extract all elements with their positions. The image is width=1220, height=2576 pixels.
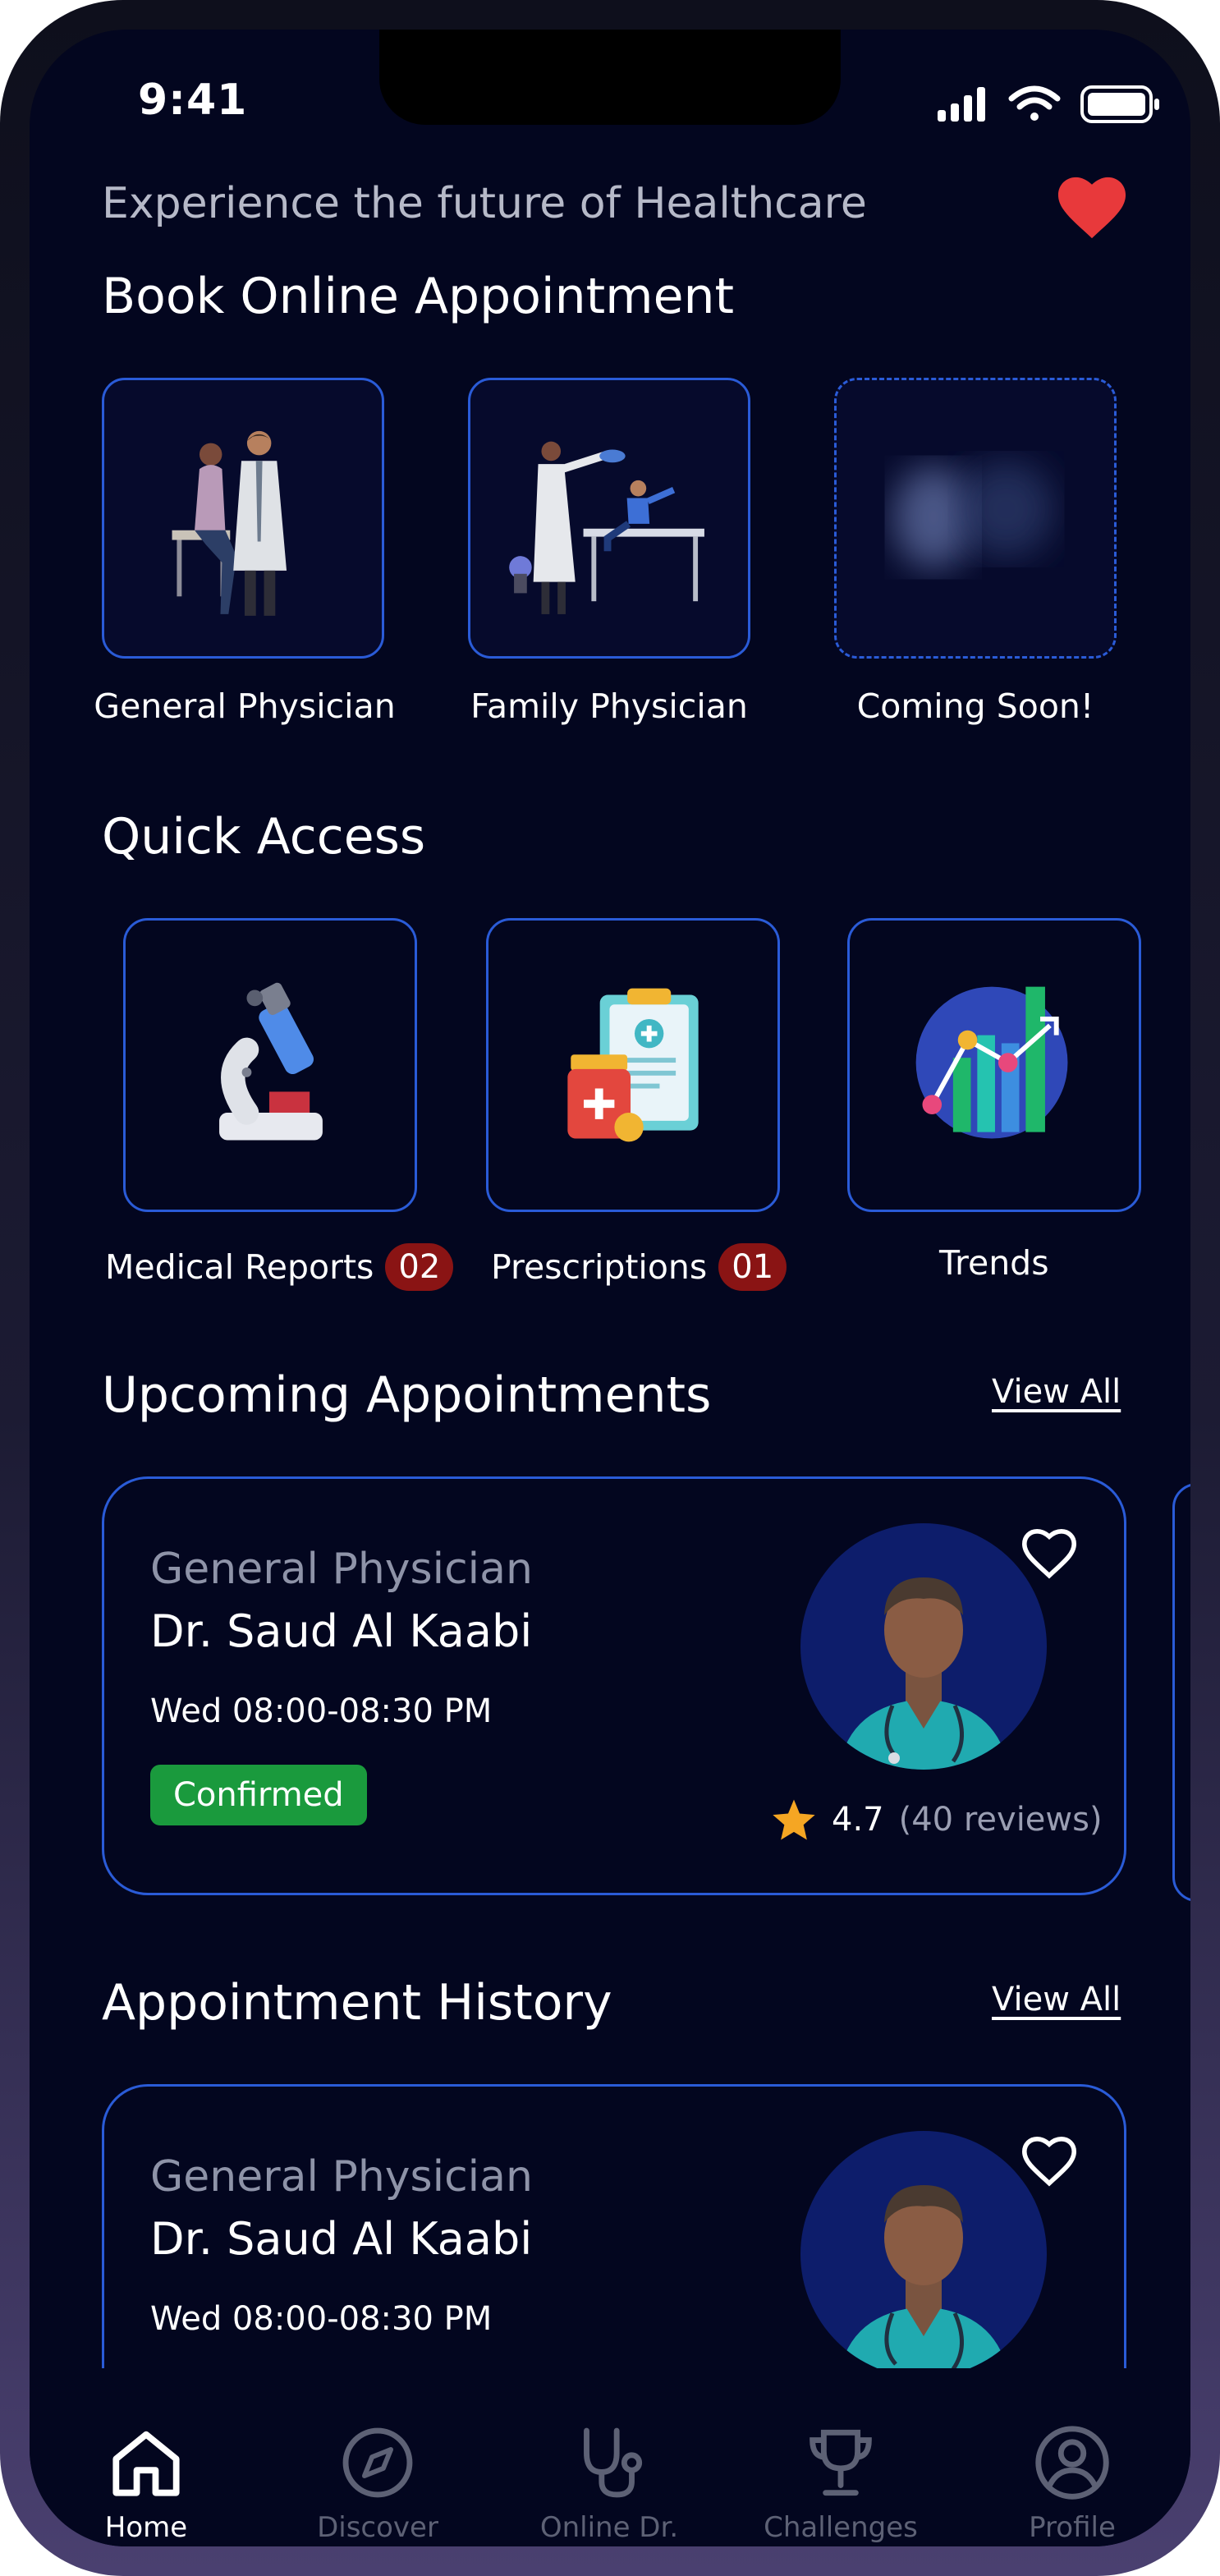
medical-reports-count-badge: 02 <box>385 1243 454 1291</box>
upcoming-view-all-link[interactable]: View All <box>992 1373 1121 1411</box>
microscope-icon <box>219 982 323 1141</box>
doctor-avatar <box>800 1523 1047 1770</box>
family-physician-card[interactable] <box>468 378 750 659</box>
doctor-avatar-illustration <box>838 1577 1009 1770</box>
trends-label-group: Trends <box>939 1243 1049 1283</box>
stethoscope-icon <box>584 2427 643 2498</box>
battery-icon <box>1080 85 1159 123</box>
wifi-icon <box>1008 85 1061 121</box>
status-badge: Confirmed <box>150 1765 367 1825</box>
appointment-specialty: General Physician <box>150 1545 533 1594</box>
doctor-avatar-illustration <box>838 2185 1009 2377</box>
medical-reports-card[interactable] <box>123 918 417 1212</box>
star-icon <box>773 1799 815 1840</box>
tab-home[interactable]: Home <box>56 2418 236 2544</box>
phone-frame: 9:41 Experience the future of Healthcare… <box>0 0 1220 2576</box>
profile-icon <box>1035 2426 1109 2500</box>
favorites-heart-icon[interactable] <box>1053 171 1131 241</box>
tagline: Experience the future of Healthcare <box>102 179 867 228</box>
general-physician-label: General Physician <box>94 686 396 726</box>
upcoming-appointment-card[interactable]: General Physician Dr. Saud Al Kaabi Wed … <box>102 1476 1126 1895</box>
upcoming-appointments-title: Upcoming Appointments <box>102 1366 712 1424</box>
trends-chart-icon <box>915 986 1068 1139</box>
coming-soon-label: Coming Soon! <box>856 686 1094 726</box>
status-time: 9:41 <box>138 76 248 125</box>
prescription-clipboard-icon <box>567 988 699 1142</box>
family-physician-illustration <box>509 441 704 614</box>
trends-card[interactable] <box>847 918 1141 1212</box>
tab-online-dr[interactable]: Online Dr. <box>519 2418 699 2544</box>
status-icons <box>938 85 1159 123</box>
home-icon <box>112 2431 180 2496</box>
prescriptions-label: Prescriptions <box>491 1247 708 1287</box>
appointment-history-title: Appointment History <box>102 1974 612 2032</box>
review-count: (40 reviews) <box>898 1801 1103 1839</box>
screen: 9:41 Experience the future of Healthcare… <box>30 30 1190 2546</box>
prescriptions-card[interactable] <box>486 918 780 1212</box>
tab-challenges-label: Challenges <box>764 2511 918 2544</box>
bottom-tab-bar: Home Discover Online Dr. Challenges Prof… <box>30 2368 1190 2546</box>
book-appointment-title: Book Online Appointment <box>102 268 735 325</box>
notch <box>379 30 841 125</box>
tab-profile[interactable]: Profile <box>982 2418 1163 2544</box>
prescriptions-label-group: Prescriptions 01 <box>491 1243 787 1291</box>
trends-label: Trends <box>939 1243 1049 1283</box>
next-appointment-card-peek[interactable] <box>1172 1483 1190 1902</box>
trophy-icon <box>810 2429 872 2496</box>
quick-access-title: Quick Access <box>102 808 426 866</box>
appointment-time: Wed 08:00-08:30 PM <box>150 1692 493 1730</box>
general-physician-illustration <box>172 430 287 616</box>
appointment-specialty: General Physician <box>150 2152 533 2202</box>
general-physician-card[interactable] <box>102 378 384 659</box>
history-view-all-link[interactable]: View All <box>992 1981 1121 2018</box>
tab-challenges[interactable]: Challenges <box>750 2418 931 2544</box>
tab-home-label: Home <box>104 2511 188 2544</box>
coming-soon-placeholder <box>892 461 1055 569</box>
doctor-rating: 4.7 (40 reviews) <box>771 1798 1103 1842</box>
tab-profile-label: Profile <box>1029 2511 1116 2544</box>
favorite-heart-icon[interactable] <box>1019 2133 1080 2188</box>
favorite-heart-icon[interactable] <box>1019 1525 1080 1581</box>
medical-reports-label-group: Medical Reports 02 <box>105 1243 454 1291</box>
tab-discover-label: Discover <box>317 2511 438 2544</box>
family-physician-label: Family Physician <box>470 686 748 726</box>
coming-soon-card <box>834 378 1117 659</box>
doctor-name: Dr. Saud Al Kaabi <box>150 2213 533 2265</box>
doctor-name: Dr. Saud Al Kaabi <box>150 1605 533 1657</box>
signal-icon <box>938 87 985 122</box>
prescriptions-count-badge: 01 <box>718 1243 787 1291</box>
doctor-avatar <box>800 2131 1047 2377</box>
compass-icon <box>342 2427 413 2498</box>
medical-reports-label: Medical Reports <box>105 1247 374 1287</box>
appointment-time: Wed 08:00-08:30 PM <box>150 2300 493 2338</box>
rating-value: 4.7 <box>832 1801 884 1839</box>
tab-online-dr-label: Online Dr. <box>539 2511 679 2544</box>
tab-discover[interactable]: Discover <box>287 2418 468 2544</box>
